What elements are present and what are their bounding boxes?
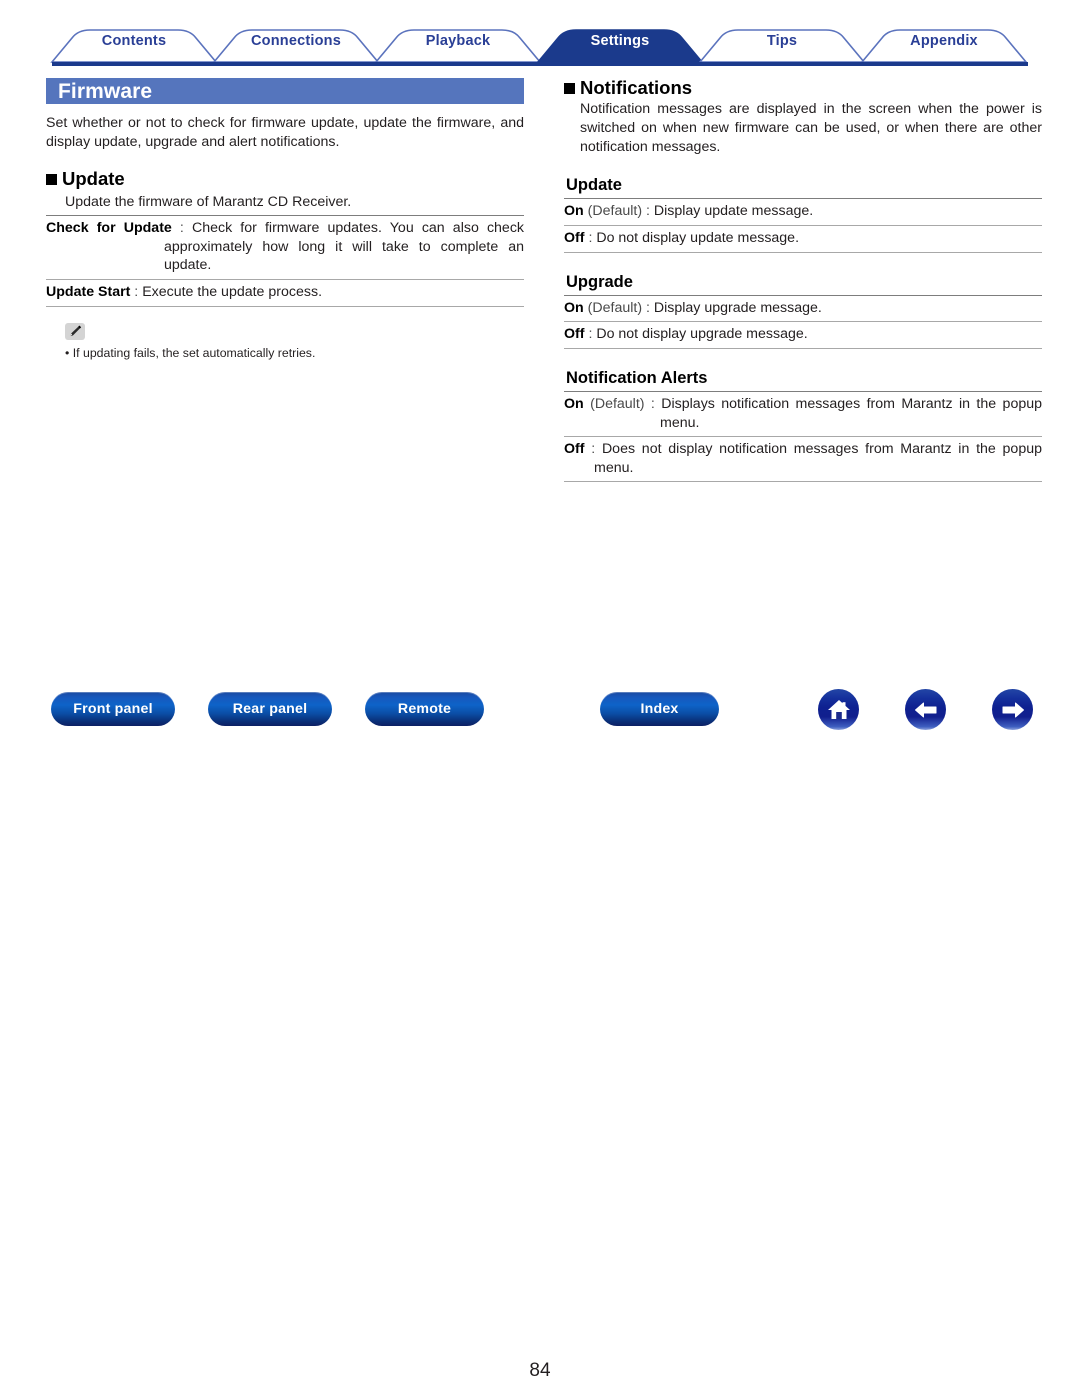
subsection-heading-update: Update (566, 176, 622, 195)
rear-panel-button[interactable]: Rear panel (208, 692, 332, 726)
term-update-start: Update Start (46, 283, 131, 300)
term-off: Off (564, 326, 585, 343)
remote-button[interactable]: Remote (365, 692, 484, 726)
notifications-upgrade-list: On (Default) : Display upgrade message. … (564, 294, 1042, 349)
term-on: On (564, 396, 584, 412)
term-on: On (564, 203, 584, 220)
term-off: Off (564, 229, 585, 246)
table-row: Off : Do not display update message. (564, 226, 1042, 253)
subsection-heading-notification-alerts: Notification Alerts (566, 368, 708, 387)
desc-update-start: Execute the update process. (142, 283, 323, 300)
subsection-heading-upgrade: Upgrade (566, 272, 633, 291)
separator: : (584, 441, 602, 458)
desc-on: Display update message. (653, 203, 814, 220)
update-description: Update the firmware of Marantz CD Receiv… (65, 193, 352, 210)
table-row: Update Start : Execute the update proces… (46, 280, 524, 307)
default-tag: (Default) (583, 396, 645, 412)
index-button-label: Index (640, 701, 679, 717)
desc-off: Do not display upgrade message. (596, 326, 808, 343)
notification-alerts-list: On (Default) : Displays notification mes… (564, 391, 1043, 483)
separator: : (642, 203, 654, 220)
separator: : (171, 220, 192, 237)
default-tag: (Default) (583, 203, 643, 220)
section-heading-update: Update (46, 168, 524, 190)
rear-panel-button-label: Rear panel (232, 701, 308, 717)
tab-connections[interactable]: Connections (251, 33, 341, 49)
section-heading-notifications-label: Notifications (580, 77, 693, 98)
intro-paragraph: Set whether or not to check for firmware… (46, 115, 524, 150)
section-heading-update-label: Update (62, 168, 125, 190)
home-icon (827, 699, 850, 719)
separator: : (644, 396, 662, 412)
square-bullet-icon (46, 174, 57, 186)
desc-check-for-update: Check for firmware updates. You can also… (164, 220, 525, 274)
table-row: On (Default) : Displays notification mes… (564, 392, 1043, 438)
term-off: Off (564, 441, 585, 458)
page-content: Firmware Set whether or not to check for… (0, 68, 1080, 668)
tab-baseline-rule (52, 62, 1028, 66)
default-tag: (Default) (583, 299, 643, 316)
separator: : (584, 326, 597, 343)
separator: : (642, 299, 654, 316)
table-row: On (Default) : Display update message. (564, 199, 1042, 226)
table-row: Off : Do not display upgrade message. (564, 322, 1042, 349)
notifications-update-list: On (Default) : Display update message. O… (564, 198, 1042, 253)
tab-bar: Contents Connections Playback Settings T… (0, 0, 1080, 68)
page-title: Firmware (58, 79, 153, 103)
tab-contents[interactable]: Contents (102, 33, 166, 49)
tab-tips[interactable]: Tips (767, 33, 797, 49)
footer: Front panel Rear panel Remote 84 Index (0, 668, 1080, 1381)
tab-appendix[interactable]: Appendix (910, 33, 978, 49)
term-on: On (564, 299, 584, 316)
desc-off: Does not display notification messages f… (594, 441, 1042, 476)
tab-playback[interactable]: Playback (426, 33, 490, 49)
separator: : (584, 229, 597, 246)
table-row: On (Default) : Display upgrade message. (564, 296, 1042, 323)
page-title-band: Firmware (46, 78, 524, 104)
notifications-intro: Notification messages are displayed in t… (580, 101, 1042, 155)
back-button[interactable] (905, 689, 946, 730)
pencil-note-icon (65, 322, 85, 340)
page-number: 84 (529, 1360, 551, 1381)
arrow-left-icon (914, 702, 936, 717)
note-block: • If updating fails, the set automatical… (46, 322, 524, 361)
list-item: • If updating fails, the set automatical… (65, 345, 316, 360)
remote-button-label: Remote (397, 701, 452, 717)
desc-on: Displays notification messages from Mara… (660, 396, 1043, 431)
section-heading-notifications: Notifications (564, 78, 1042, 97)
tab-settings[interactable]: Settings (591, 33, 650, 49)
separator: : (130, 283, 143, 300)
term-check-for-update: Check for Update (46, 220, 172, 237)
note-text: If updating fails, the set automatically… (72, 345, 316, 360)
left-column: Firmware Set whether or not to check for… (46, 68, 524, 361)
desc-off: Do not display update message. (596, 229, 800, 246)
index-button[interactable]: Index (600, 692, 719, 726)
table-row: Off : Does not display notification mess… (564, 437, 1042, 483)
forward-button[interactable] (992, 689, 1033, 730)
front-panel-button[interactable]: Front panel (51, 692, 175, 726)
home-button[interactable] (818, 689, 859, 730)
right-column: Notifications Notification messages are … (564, 68, 1043, 483)
front-panel-button-label: Front panel (73, 701, 153, 717)
table-row: Check for Update : Check for firmware up… (46, 216, 524, 280)
desc-on: Display upgrade message. (653, 299, 822, 316)
square-bullet-icon (564, 83, 575, 95)
arrow-right-icon (1002, 702, 1024, 717)
update-definition-list: Check for Update : Check for firmware up… (46, 215, 524, 307)
